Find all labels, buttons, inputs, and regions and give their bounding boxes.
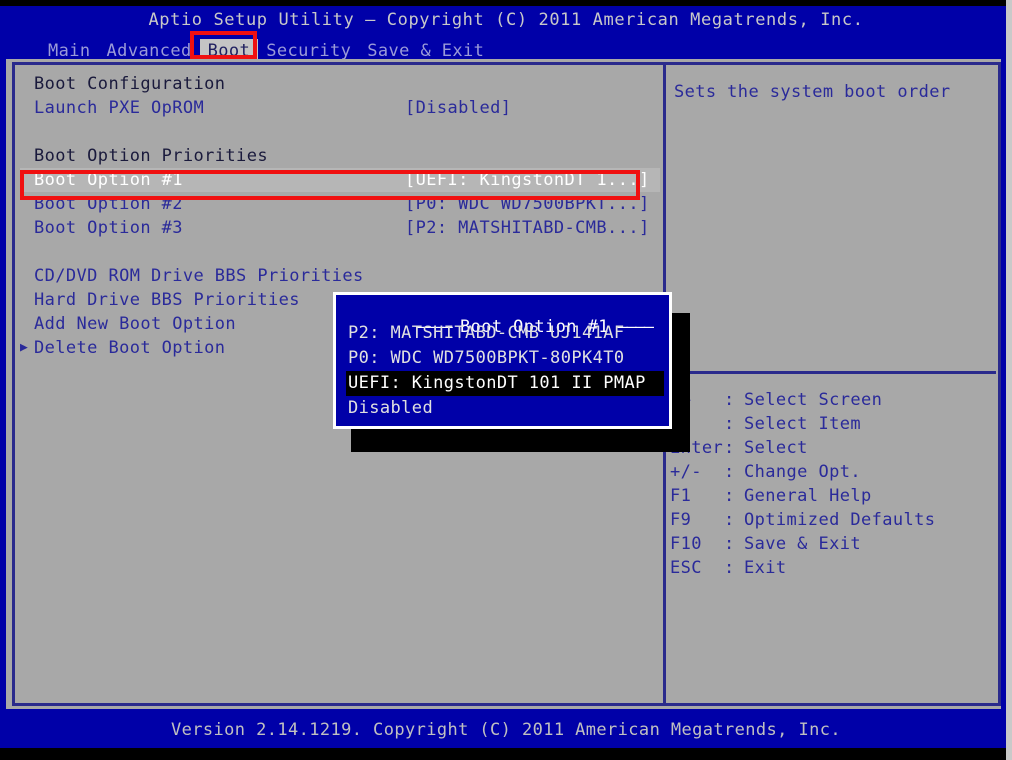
boot-option-popup[interactable]: ———— Boot Option #1 ———— P2: MATSHITABD-… <box>333 292 672 429</box>
popup-option-list: P2: MATSHITABD-CMB UJ141AFP0: WDC WD7500… <box>346 321 664 421</box>
setting-value[interactable]: [P2: MATSHITABD-CMB...] <box>405 216 650 240</box>
legend-description: General Help <box>744 484 872 508</box>
bottom-bezel <box>0 748 1012 760</box>
setting-label: Add New Boot Option <box>34 312 236 336</box>
setting-row-boot-option-priorities: Boot Option Priorities <box>20 144 660 168</box>
legend-colon: : <box>724 436 735 460</box>
setting-label: Delete Boot Option <box>34 336 225 360</box>
setting-label: Launch PXE OpROM <box>34 96 204 120</box>
legend-key: ESC <box>670 556 728 580</box>
right-bezel <box>1006 0 1012 760</box>
popup-option[interactable]: Disabled <box>346 396 664 421</box>
popup-option[interactable]: P0: WDC WD7500BPKT-80PK4T0 <box>346 346 664 371</box>
legend-colon: : <box>724 532 735 556</box>
legend-colon: : <box>724 388 735 412</box>
help-divider <box>668 371 996 374</box>
setting-row-boot-option-3[interactable]: Boot Option #3 [P2: MATSHITABD-CMB...] <box>20 216 660 240</box>
submenu-arrow-icon: ▶ <box>20 336 28 360</box>
setting-value[interactable]: [P0: WDC WD7500BPKT...] <box>405 192 650 216</box>
setting-row-launch-pxe-oprom[interactable]: Launch PXE OpROM [Disabled] <box>20 96 660 120</box>
legend-description: Select <box>744 436 808 460</box>
setting-row-cd-dvd-rom-drive-bbs-priorities[interactable]: CD/DVD ROM Drive BBS Priorities <box>20 264 660 288</box>
legend-colon: : <box>724 508 735 532</box>
setting-label: Boot Option #1 <box>34 168 183 192</box>
version-bar: Version 2.14.1219. Copyright (C) 2011 Am… <box>0 712 1012 748</box>
legend-description: Select Item <box>744 412 861 436</box>
legend-description: Exit <box>744 556 787 580</box>
legend-colon: : <box>724 460 735 484</box>
setting-label: Boot Option #2 <box>34 192 183 216</box>
setting-label: Boot Option #3 <box>34 216 183 240</box>
legend-description: Change Opt. <box>744 460 861 484</box>
legend-colon: : <box>724 412 735 436</box>
legend-row: ↑↓:Select Item <box>668 412 998 436</box>
legend-row: F10: Save & Exit <box>668 532 998 556</box>
setting-value[interactable]: [Disabled] <box>405 96 511 120</box>
spacer-row <box>20 240 660 264</box>
legend-row: F9: Optimized Defaults <box>668 508 998 532</box>
window-title: Aptio Setup Utility – Copyright (C) 2011… <box>0 10 1012 30</box>
help-panel <box>663 62 1001 706</box>
legend-row: ESC: Exit <box>668 556 998 580</box>
spacer-row <box>20 120 660 144</box>
bios-setup-screen: Aptio Setup Utility – Copyright (C) 2011… <box>0 0 1012 760</box>
setting-value[interactable]: [UEFI: KingstonDT 1...] <box>405 168 650 192</box>
setting-label: Hard Drive BBS Priorities <box>34 288 300 312</box>
setting-row-boot-option-1[interactable]: Boot Option #1 [UEFI: KingstonDT 1...] <box>20 168 660 192</box>
help-description: Sets the system boot order <box>674 80 994 104</box>
popup-option[interactable]: UEFI: KingstonDT 101 II PMAP <box>346 371 664 396</box>
legend-row: Enter:Select <box>668 436 998 460</box>
legend-description: Optimized Defaults <box>744 508 935 532</box>
setting-label: CD/DVD ROM Drive BBS Priorities <box>34 264 364 288</box>
setting-label: Boot Configuration <box>34 72 225 96</box>
legend-row: +/-: Change Opt. <box>668 460 998 484</box>
legend-key: +/- <box>670 460 728 484</box>
legend-key: F1 <box>670 484 728 508</box>
setting-row-boot-option-2[interactable]: Boot Option #2 [P0: WDC WD7500BPKT...] <box>20 192 660 216</box>
legend-description: Select Screen <box>744 388 882 412</box>
legend-key: F10 <box>670 532 728 556</box>
legend-key: F9 <box>670 508 728 532</box>
legend-colon: : <box>724 484 735 508</box>
key-legend: →←:Select Screen↑↓:Select ItemEnter:Sele… <box>668 388 998 580</box>
setting-label: Boot Option Priorities <box>34 144 268 168</box>
header-bar: Aptio Setup Utility – Copyright (C) 2011… <box>0 6 1012 59</box>
version-text: Version 2.14.1219. Copyright (C) 2011 Am… <box>171 720 841 740</box>
legend-description: Save & Exit <box>744 532 861 556</box>
setting-row-boot-configuration: Boot Configuration <box>20 72 660 96</box>
legend-colon: : <box>724 556 735 580</box>
legend-row: →←:Select Screen <box>668 388 998 412</box>
legend-row: F1: General Help <box>668 484 998 508</box>
popup-option[interactable]: P2: MATSHITABD-CMB UJ141AF <box>346 321 664 346</box>
